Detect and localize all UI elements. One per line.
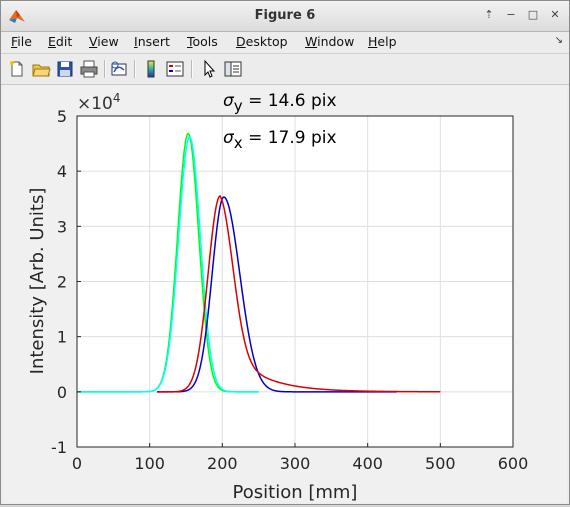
y-tick-label: 3 [57,217,67,236]
y-tick-label: 1 [57,328,67,347]
link-plot-icon[interactable] [109,59,129,79]
close-window-icon[interactable]: ✕ [547,7,563,23]
print-icon[interactable] [79,59,99,79]
y-exponent-label: ×104 [77,91,121,114]
pin-window-icon[interactable]: ⇡ [481,7,497,23]
figure-canvas: 0 100 200 300 400 500 600 -1 0 1 2 3 4 5 ×104 σy = 14… [3,85,567,503]
menu-window[interactable]: Window [305,34,354,49]
menu-view[interactable]: View [89,34,119,49]
y-axis-label: Intensity [Arb. Units] [27,188,48,375]
x-tick-label: 300 [280,454,311,473]
menu-help[interactable]: Help [368,34,397,49]
maximize-window-icon[interactable]: □ [525,7,541,23]
plot-svg[interactable]: 0 100 200 300 400 500 600 -1 0 1 2 3 4 5 ×104 σy = 14… [3,85,567,503]
y-tick-label: -1 [51,438,67,457]
insert-legend-icon[interactable] [165,59,185,79]
save-icon[interactable] [55,59,75,79]
x-tick-label: 200 [207,454,238,473]
property-inspector-icon[interactable] [223,59,243,79]
x-tick-label: 400 [352,454,383,473]
menu-bar: File Edit View Insert Tools Desktop Wind… [1,32,569,52]
title-bar: Figure 6 ⇡ − □ ✕ [1,1,569,32]
pointer-icon[interactable] [199,59,219,79]
menu-edit[interactable]: Edit [48,34,72,49]
y-tick-label: 0 [57,383,67,402]
menu-desktop[interactable]: Desktop [236,34,288,49]
menu-tools[interactable]: Tools [187,34,218,49]
dock-arrow-icon[interactable]: ↘ [555,35,563,46]
x-axis-label: Position [mm] [233,482,358,503]
figure-toolbar [1,53,569,85]
x-tick-label: 100 [134,454,165,473]
sigma-y-annotation: σy = 14.6 pix [223,91,337,115]
minimize-window-icon[interactable]: − [503,7,519,23]
open-file-icon[interactable] [31,59,51,79]
y-tick-label: 2 [57,273,67,292]
menu-file[interactable]: File [11,34,32,49]
y-tick-label: 5 [57,107,67,126]
x-tick-label: 500 [425,454,456,473]
figure-window: Figure 6 ⇡ − □ ✕ File Edit View Insert T… [0,0,570,505]
new-figure-icon[interactable] [7,59,27,79]
x-tick-label: 600 [498,454,529,473]
menu-insert[interactable]: Insert [134,34,170,49]
x-tick-label: 0 [72,454,82,473]
y-tick-label: 4 [57,162,67,181]
insert-colorbar-icon[interactable] [141,59,161,79]
